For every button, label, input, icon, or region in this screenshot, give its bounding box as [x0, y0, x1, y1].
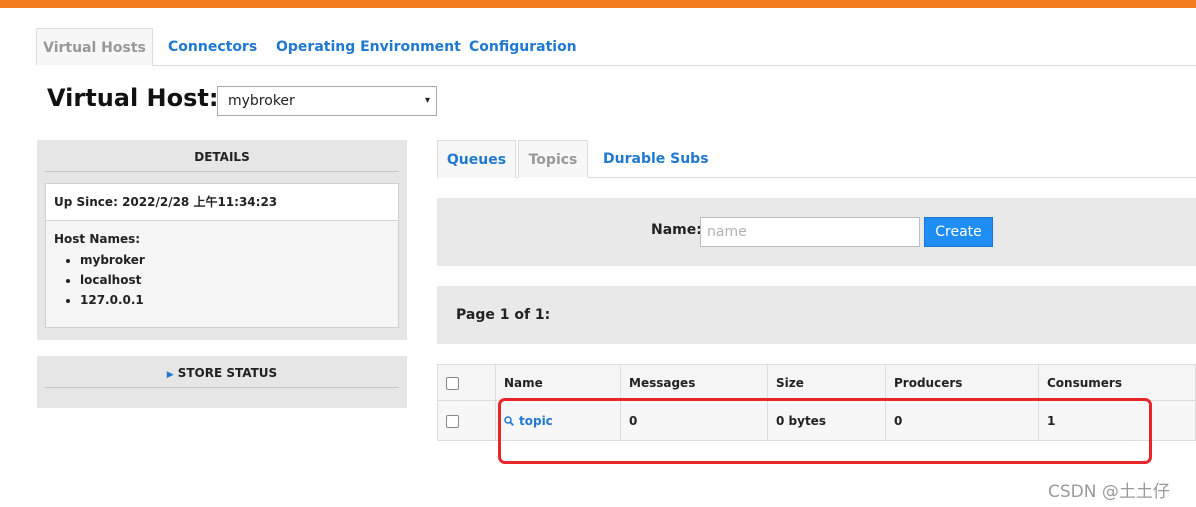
host-names-list: mybroker localhost 127.0.0.1: [62, 250, 145, 310]
column-header-messages[interactable]: Messages: [620, 364, 768, 401]
select-all-cell: [437, 364, 496, 401]
store-status-toggle[interactable]: ▶ STORE STATUS: [45, 356, 399, 388]
column-header-size[interactable]: Size: [767, 364, 886, 401]
page-indicator: Page 1 of 1:: [456, 307, 551, 323]
caret-right-icon: ▶: [166, 370, 174, 380]
virtual-host-label: Virtual Host:: [47, 84, 219, 112]
column-header-producers[interactable]: Producers: [885, 364, 1039, 401]
magnifier-icon: [504, 415, 514, 426]
name-label: Name:: [651, 222, 702, 238]
create-topic-form: Name: Create: [437, 198, 1196, 266]
topics-table: Name Messages Size Producers Consumers t…: [437, 364, 1196, 465]
table-row-empty: [437, 440, 1196, 465]
chevron-down-icon: ▾: [424, 95, 430, 106]
up-since-label: Up Since:: [54, 195, 118, 209]
tab-operating-environment[interactable]: Operating Environment: [276, 28, 461, 66]
store-status-panel: ▶ STORE STATUS: [37, 356, 407, 408]
row-checkbox[interactable]: [446, 414, 459, 428]
list-item: mybroker: [80, 250, 145, 270]
consumers-cell: 1: [1038, 400, 1196, 441]
select-all-checkbox[interactable]: [446, 376, 459, 390]
create-button[interactable]: Create: [924, 217, 993, 247]
tab-configuration[interactable]: Configuration: [469, 28, 577, 66]
list-item: localhost: [80, 270, 145, 290]
row-select-cell: [437, 400, 496, 441]
details-panel: DETAILS Up Since: 2022/2/28 上午11:34:23 H…: [37, 140, 407, 340]
virtual-host-select[interactable]: mybroker ▾: [217, 86, 437, 116]
destination-tabs: Queues Topics Durable Subs: [437, 140, 1196, 178]
up-since-value: 2022/2/28 上午11:34:23: [122, 195, 278, 209]
table-header-row: Name Messages Size Producers Consumers: [437, 364, 1196, 401]
watermark: CSDN @土土仔: [1048, 482, 1170, 502]
details-title: DETAILS: [45, 140, 399, 172]
list-item: 127.0.0.1: [80, 290, 145, 310]
virtual-host-selected-value: mybroker: [228, 93, 295, 109]
column-header-name[interactable]: Name: [495, 364, 621, 401]
empty-row-cell: [437, 440, 1196, 465]
main-nav-tabs: Virtual Hosts Connectors Operating Envir…: [36, 28, 1196, 66]
tab-virtual-hosts[interactable]: Virtual Hosts: [36, 28, 153, 66]
up-since-row: Up Since: 2022/2/28 上午11:34:23: [46, 184, 398, 221]
messages-cell: 0: [620, 400, 768, 441]
details-box: Up Since: 2022/2/28 上午11:34:23 Host Name…: [45, 183, 399, 328]
store-status-title: STORE STATUS: [177, 366, 278, 380]
topic-name: topic: [519, 413, 553, 428]
tab-topics[interactable]: Topics: [518, 140, 588, 178]
brand-top-bar: [0, 0, 1196, 8]
host-names-label: Host Names:: [54, 232, 141, 246]
table-row: topic 0 0 bytes 0 1: [437, 400, 1196, 441]
tab-connectors[interactable]: Connectors: [168, 28, 257, 66]
topic-name-input[interactable]: [700, 217, 920, 247]
pagination-bar: Page 1 of 1:: [437, 286, 1196, 344]
producers-cell: 0: [885, 400, 1039, 441]
topic-link[interactable]: topic: [504, 414, 553, 428]
column-header-consumers[interactable]: Consumers: [1038, 364, 1196, 401]
topic-name-cell: topic: [495, 400, 621, 441]
tab-queues[interactable]: Queues: [437, 140, 516, 178]
tab-durable-subs[interactable]: Durable Subs: [603, 140, 709, 178]
size-cell: 0 bytes: [767, 400, 886, 441]
